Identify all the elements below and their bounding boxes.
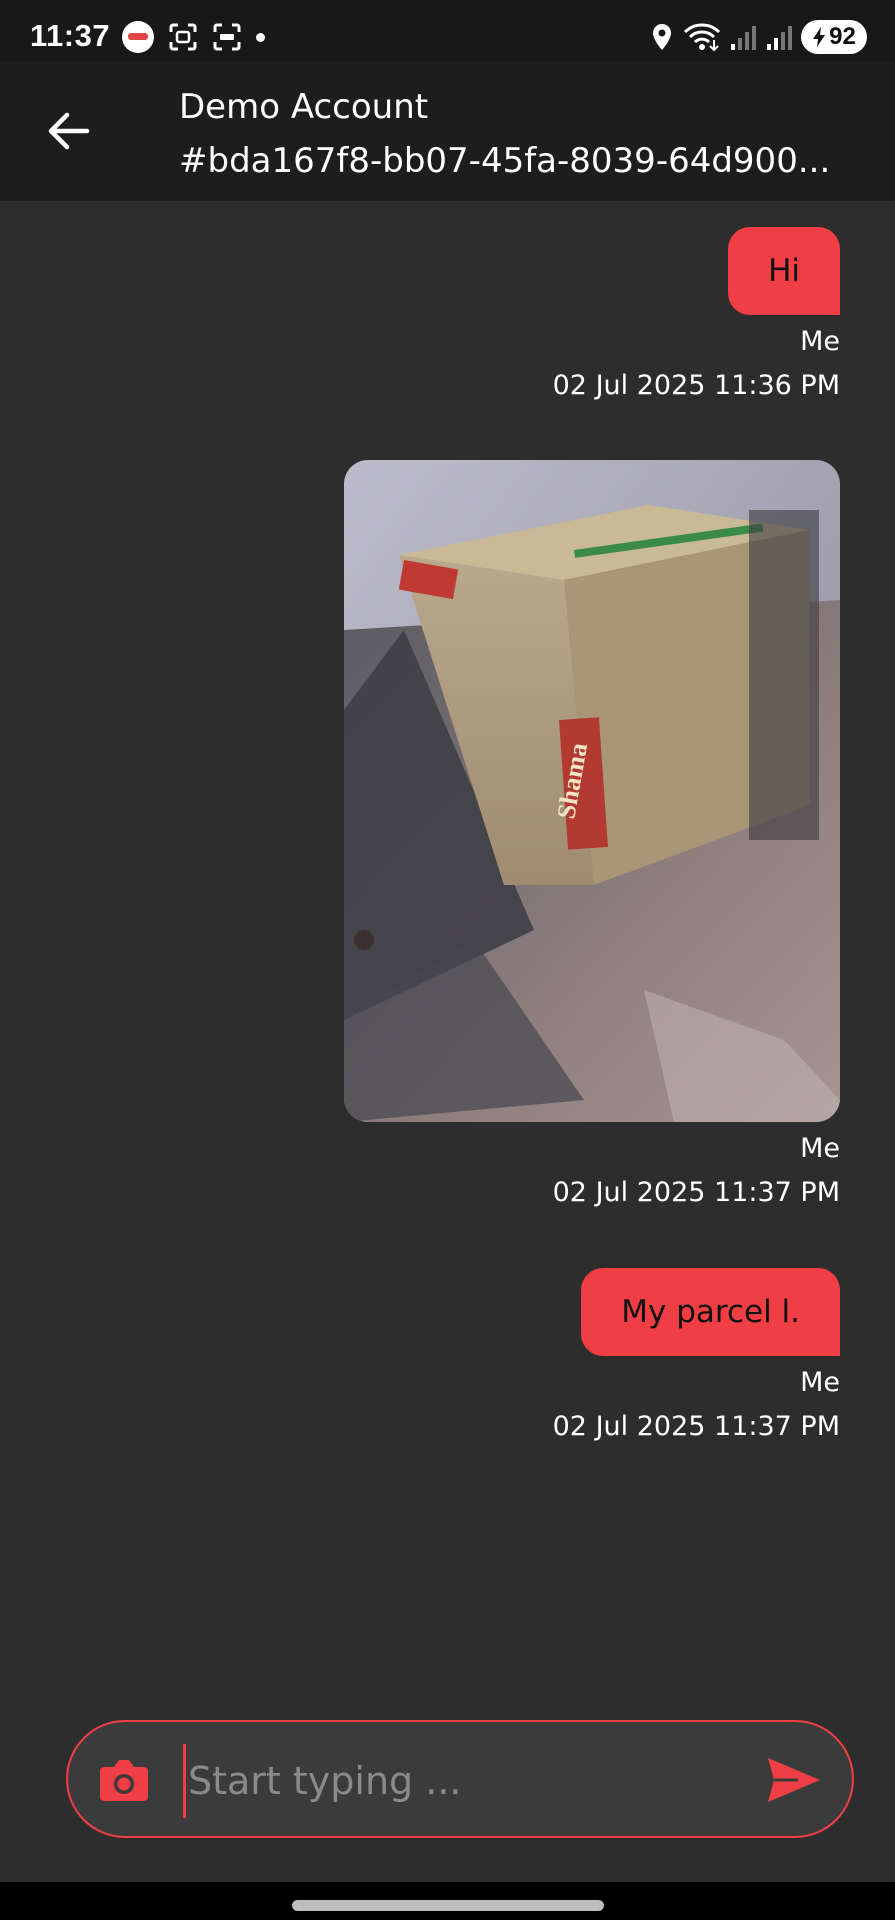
contact-name: Demo Account	[179, 87, 429, 127]
location-icon	[653, 24, 671, 50]
parcel-photo: Shama	[344, 460, 840, 1122]
battery-indicator: 92	[801, 20, 867, 54]
notification-icons	[122, 20, 265, 54]
screen-capture-icon	[169, 23, 197, 51]
wifi-icon	[683, 23, 721, 52]
screenshot-icon	[213, 23, 241, 51]
status-bar: 11:37 92	[0, 0, 895, 62]
message-sender: Me	[800, 326, 840, 357]
message-bubble[interactable]: Hi	[728, 227, 840, 315]
message-input[interactable]	[183, 1744, 723, 1818]
camera-icon[interactable]	[98, 1755, 150, 1805]
message-bubble[interactable]: My parcel l.	[581, 1268, 840, 1356]
charging-icon	[813, 27, 826, 47]
message-sender: Me	[800, 1367, 840, 1398]
message-timestamp: 02 Jul 2025 11:36 PM	[552, 370, 840, 401]
message-text: My parcel l.	[621, 1294, 800, 1330]
chat-title-block: Demo Account #bda167f8-bb07-45fa-8039-64…	[179, 80, 869, 188]
more-notifications-dot	[256, 32, 265, 42]
battery-level: 92	[829, 23, 856, 50]
message-timestamp: 02 Jul 2025 11:37 PM	[552, 1411, 840, 1442]
message-meta: Me 02 Jul 2025 11:37 PM	[553, 1127, 840, 1215]
chat-header: Demo Account #bda167f8-bb07-45fa-8039-64…	[0, 62, 895, 201]
system-icons: 92	[649, 18, 867, 56]
image-message[interactable]: Shama	[344, 460, 840, 1122]
message-text: Hi	[768, 253, 800, 289]
arrow-left-icon	[48, 112, 90, 150]
signal-icon	[767, 26, 792, 50]
conversation-id: #bda167f8-bb07-45fa-8039-64d900...	[179, 141, 831, 181]
app-badge-icon	[122, 21, 154, 53]
message-sender: Me	[800, 1133, 840, 1164]
send-icon[interactable]	[766, 1754, 822, 1806]
system-navigation-bar	[0, 1882, 895, 1920]
status-time: 11:37	[30, 18, 111, 53]
signal-icon	[731, 26, 756, 50]
message-timestamp: 02 Jul 2025 11:37 PM	[552, 1177, 840, 1208]
message-composer	[66, 1720, 854, 1838]
message-meta: Me 02 Jul 2025 11:37 PM	[553, 1361, 840, 1449]
home-gesture-handle[interactable]	[292, 1900, 604, 1911]
back-button[interactable]	[40, 102, 98, 160]
message-meta: Me 02 Jul 2025 11:36 PM	[553, 320, 840, 408]
